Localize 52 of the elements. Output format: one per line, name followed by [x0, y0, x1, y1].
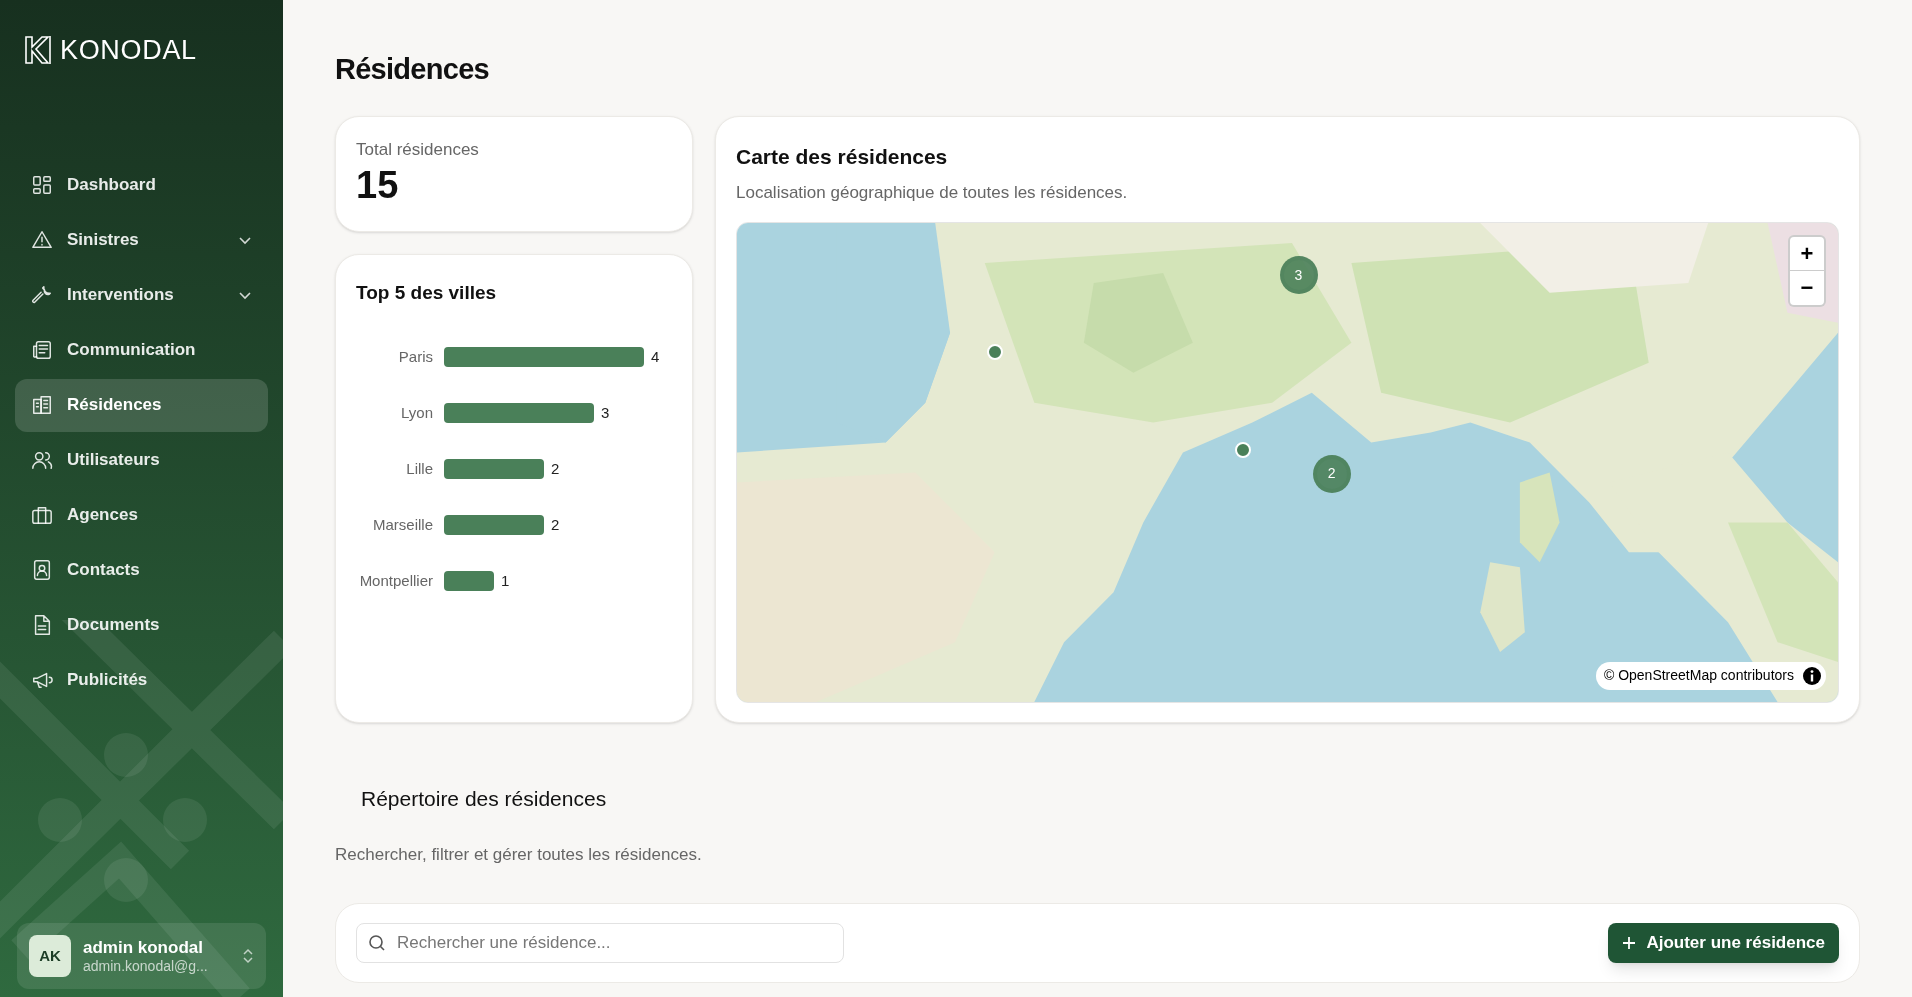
zoom-out-button[interactable]: − — [1790, 270, 1824, 305]
sidebar-item[interactable]: Agences — [15, 488, 268, 542]
section-subtitle: Rechercher, filtrer et gérer toutes les résidences. — [335, 844, 703, 866]
newspaper-icon — [31, 339, 53, 361]
sidebar-item[interactable]: Résidences — [15, 378, 268, 432]
logo-icon — [24, 35, 52, 66]
section-title: Répertoire des résidences — [361, 785, 608, 812]
map-subtitle: Localisation géographique de toutes les résidences. — [736, 182, 1129, 204]
user-email: admin.konodal@g... — [83, 957, 209, 976]
value-label: 3 — [601, 404, 610, 421]
attribution-text: © OpenStreetMap contributors — [1603, 666, 1794, 685]
sidebar-item[interactable]: Documents — [15, 598, 268, 652]
wrench-icon — [31, 284, 53, 306]
chart-title: Top 5 des villes — [356, 280, 498, 305]
total-label: Total résidences — [356, 138, 480, 161]
warning-icon — [31, 229, 53, 251]
map-title: Carte des résidences — [736, 143, 949, 170]
sidebar-item[interactable]: Dashboard — [15, 158, 268, 212]
value-label: 1 — [501, 572, 510, 589]
page-title: Résidences — [335, 52, 490, 87]
user-avatar: AK — [29, 935, 71, 977]
value-label: 4 — [651, 348, 660, 365]
users-icon — [31, 449, 53, 471]
bar — [444, 571, 494, 591]
category-label: Marseille — [373, 516, 433, 533]
search-icon — [368, 933, 386, 952]
add-residence-button[interactable]: Ajouter une résidence — [1608, 922, 1839, 963]
zoom-in-button[interactable]: + — [1790, 236, 1824, 271]
brand-name: KONODAL — [60, 34, 197, 67]
search-field[interactable]: Rechercher une résidence... — [356, 922, 844, 963]
plus-icon — [1622, 935, 1637, 950]
category-label: Paris — [398, 348, 433, 365]
sidebar-item[interactable]: Sinistres — [15, 213, 268, 267]
info-icon[interactable] — [1802, 665, 1822, 686]
building-icon — [31, 394, 53, 416]
sidebar-item[interactable]: Interventions — [15, 268, 268, 322]
value-label: 2 — [551, 516, 560, 533]
user-card[interactable]: AK admin konodal admin.konodal@g... — [17, 923, 266, 989]
briefcase-icon — [31, 504, 53, 526]
sidebar-item[interactable]: Contacts — [15, 543, 268, 597]
total-value: 15 — [356, 163, 400, 208]
category-label: Lyon — [401, 404, 433, 421]
sidebar-item[interactable]: Publicités — [15, 653, 268, 707]
chevron-updown-icon — [242, 947, 254, 965]
value-label: 2 — [551, 460, 560, 477]
contact-card-icon — [31, 559, 53, 581]
sidebar-item[interactable]: Communication — [15, 323, 268, 377]
category-label: Montpellier — [359, 572, 433, 589]
sidebar-item[interactable]: Utilisateurs — [15, 433, 268, 487]
dashboard-icon — [31, 174, 53, 196]
user-name: admin konodal — [83, 936, 204, 958]
category-label: Lille — [406, 460, 433, 477]
